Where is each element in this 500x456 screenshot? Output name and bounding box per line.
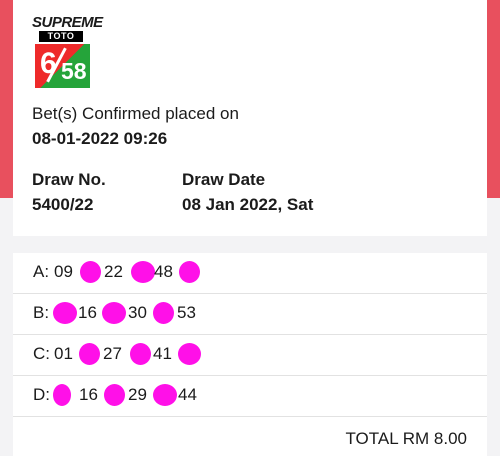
bet-row-c: C: 01 27 41 [13,335,487,376]
redaction-mark [104,384,125,406]
draw-date-value: 08 Jan 2022, Sat [182,195,314,214]
bet-number: 29 [128,385,147,404]
bet-number: 41 [153,344,172,363]
bet-number: 16 [79,385,98,404]
redaction-mark [53,302,77,324]
bet-number: 22 [104,262,123,281]
bet-number: 44 [178,385,197,404]
draw-date-label: Draw Date [182,170,266,189]
bet-number: 16 [78,303,97,322]
logo-tile: 6 58 [35,44,90,88]
bet-row-a: A: 09 22 48 [13,253,487,294]
redaction-mark [179,261,200,283]
redaction-mark [131,261,155,283]
confirmation-text: Bet(s) Confirmed placed on [32,104,239,123]
bet-label: C: [33,344,50,363]
bet-label: D: [33,385,50,404]
bet-row-b: B: 16 30 53 [13,294,487,335]
bet-summary-card: SUPREME TOTO 6 58 Bet(s) Confirmed place… [13,0,487,236]
bet-label: A: [33,262,50,281]
bet-number: 53 [177,303,196,322]
bet-number: 09 [54,262,73,281]
draw-no-value: 5400/22 [32,195,94,214]
supreme-toto-logo: SUPREME TOTO 6 58 [32,14,103,88]
logo-brand: SUPREME [32,14,103,31]
redaction-mark [153,384,177,406]
bet-number: 27 [103,344,122,363]
logo-toto-label: TOTO [39,31,83,42]
bet-list-card: A: 09 22 48 B: 16 30 53 C: 01 27 41 D: 1… [13,253,487,456]
bet-label: B: [33,303,50,322]
confirmation-datetime: 08-01-2022 09:26 [32,129,168,148]
redaction-mark [178,343,201,365]
draw-no-label: Draw No. [32,170,106,189]
bet-number: 01 [54,344,73,363]
redaction-mark [80,261,101,283]
redaction-mark [79,343,100,365]
bet-number: 48 [154,262,173,281]
redaction-mark [130,343,151,365]
redaction-mark [53,384,71,406]
total-amount: TOTAL RM 8.00 [345,429,467,448]
logo-fifty-eight: 58 [61,58,87,84]
bet-number: 30 [128,303,147,322]
redaction-mark [102,302,126,324]
bet-row-d: D: 16 29 44 [13,376,487,417]
redaction-mark [153,302,174,324]
